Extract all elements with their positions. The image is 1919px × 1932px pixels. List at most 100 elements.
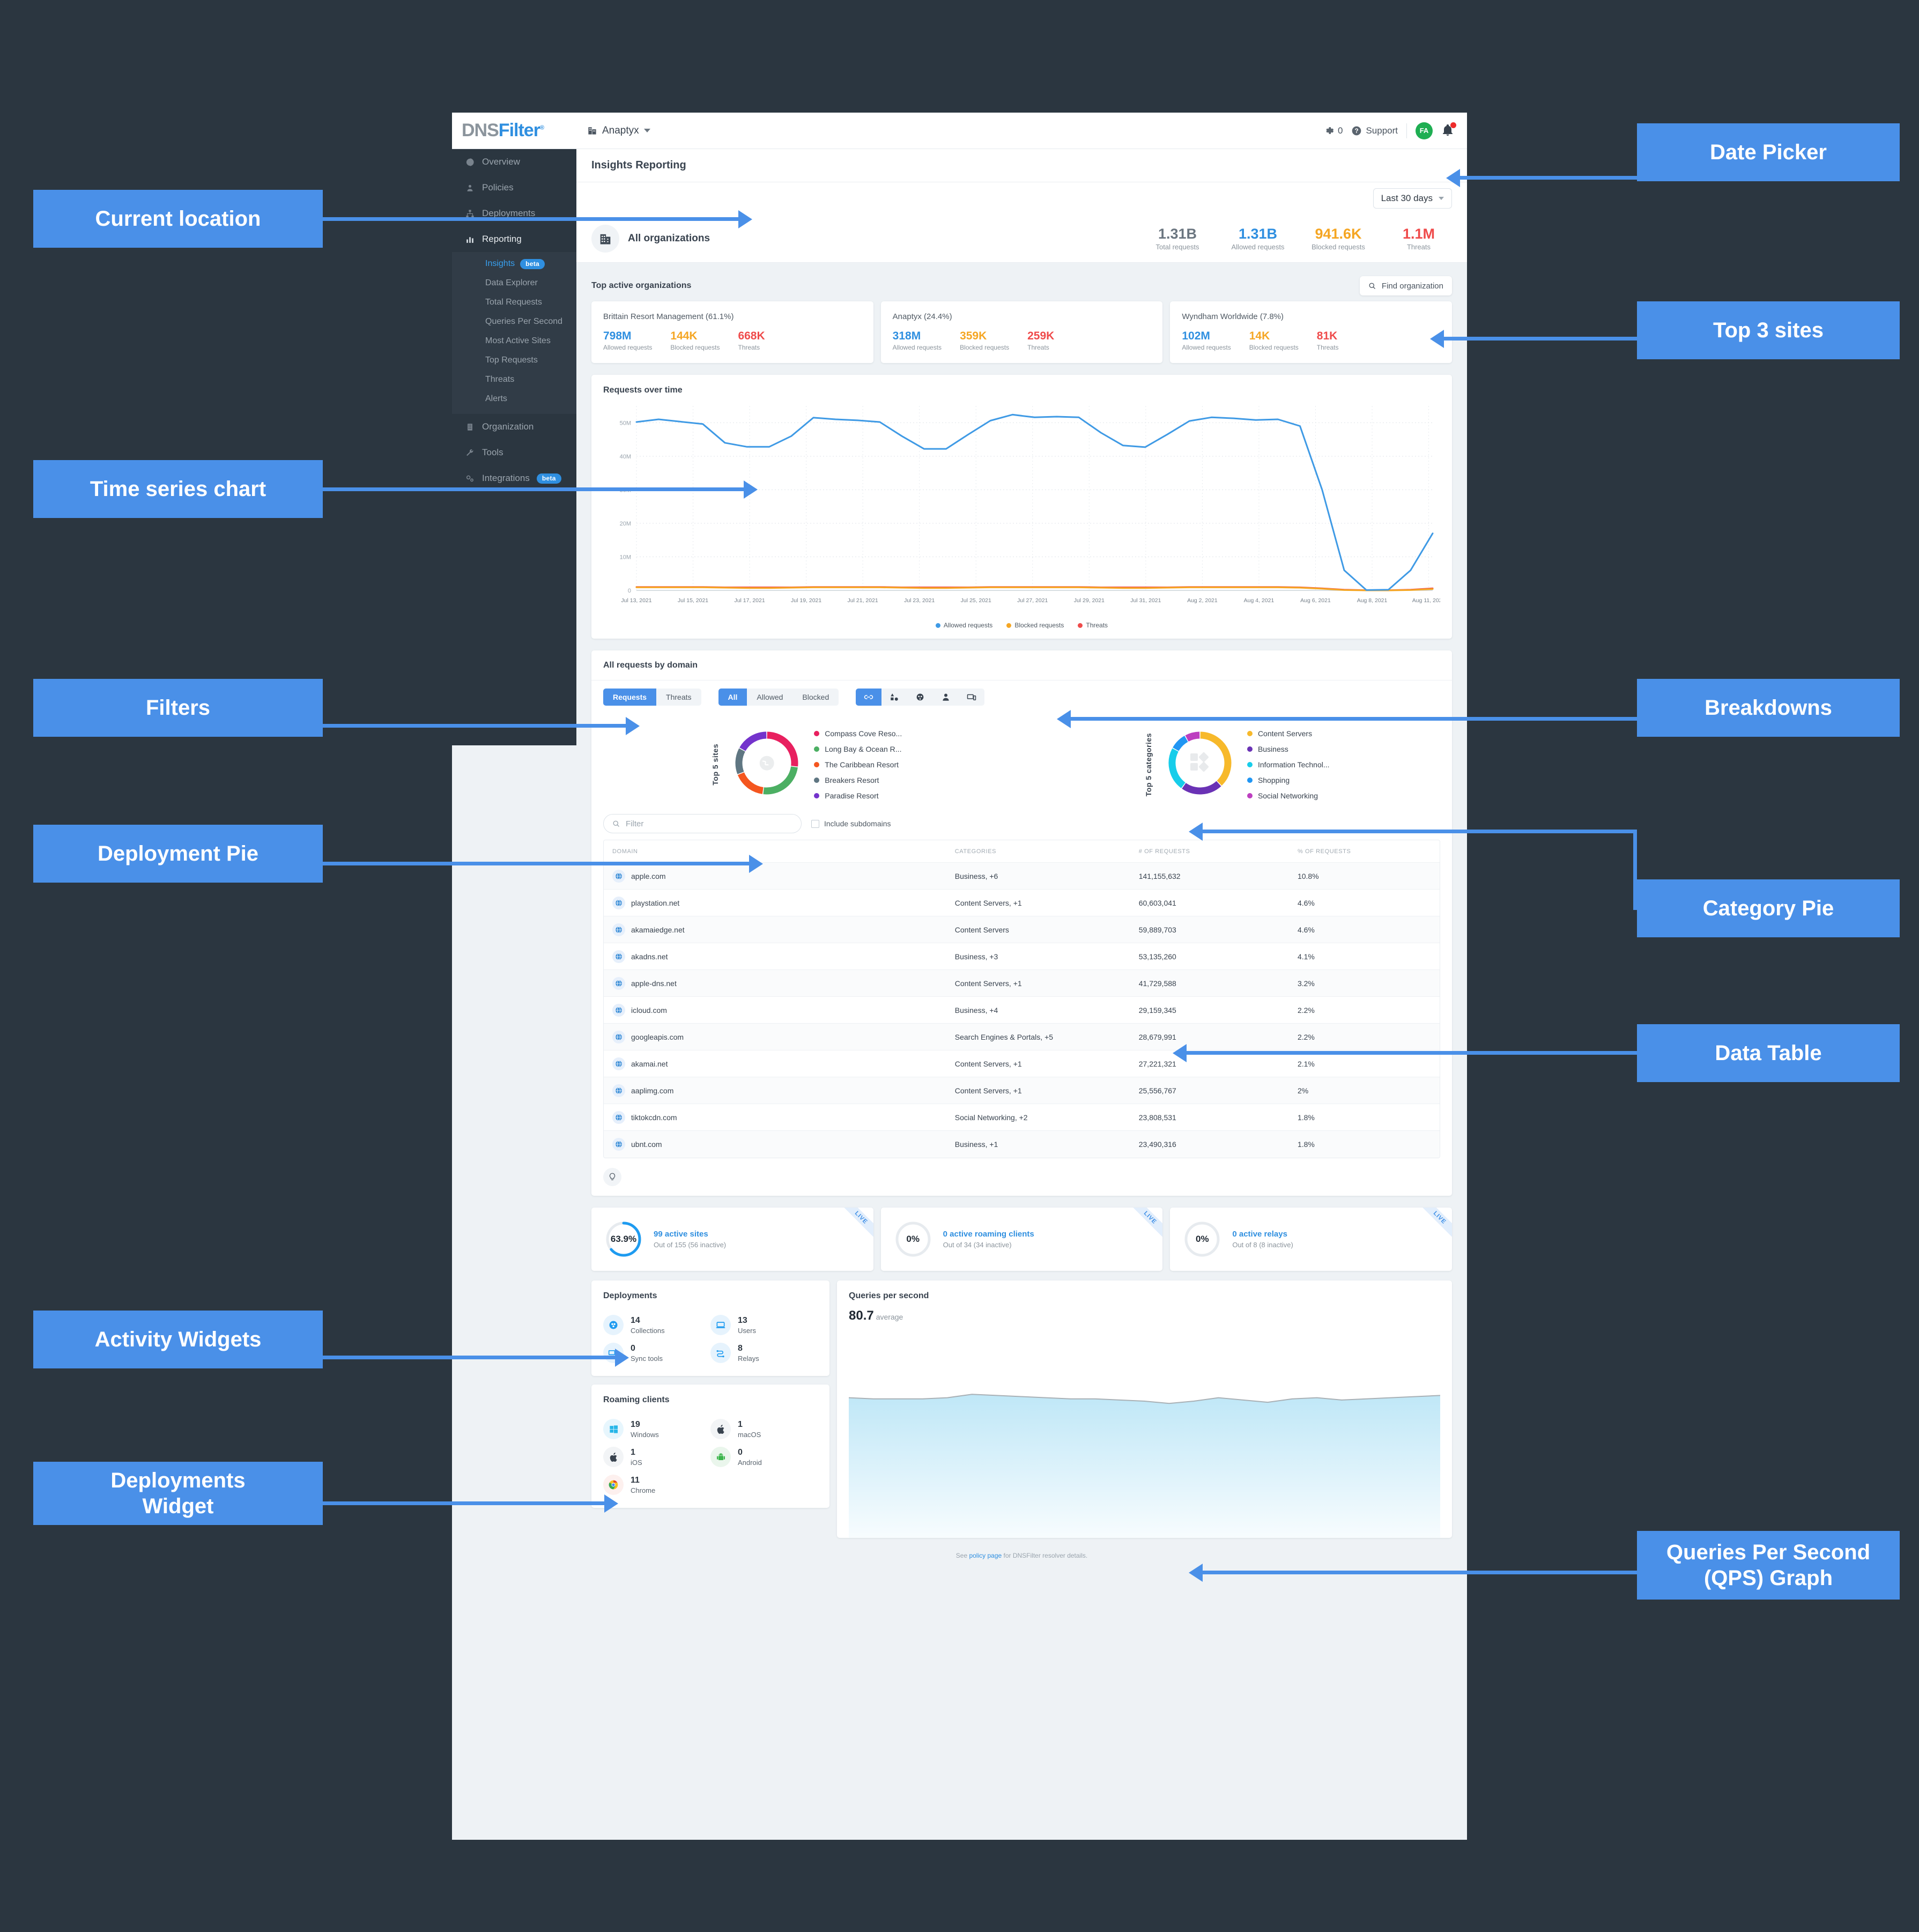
sidebar-item-tools[interactable]: Tools: [452, 440, 576, 465]
legend-item[interactable]: Compass Cove Reso...: [814, 729, 902, 738]
legend-label: The Caribbean Resort: [825, 760, 899, 769]
legend-item[interactable]: Paradise Resort: [814, 791, 902, 800]
svg-text:20M: 20M: [620, 521, 631, 527]
org-card[interactable]: Wyndham Worldwide (7.8%) 102M Allowed req…: [1170, 301, 1453, 364]
dnsfilter-logo[interactable]: DNSFilter®: [452, 113, 576, 149]
roaming-android[interactable]: 0 Android: [710, 1447, 818, 1468]
roaming-ios[interactable]: 1 iOS: [603, 1447, 710, 1468]
sidebar-item-top-requests[interactable]: Top Requests: [452, 351, 576, 370]
sidebar-item-data-explorer[interactable]: Data Explorer: [452, 273, 576, 293]
roaming-windows[interactable]: 19 Windows: [603, 1419, 710, 1440]
org-card[interactable]: Brittain Resort Management (61.1%) 798M A…: [591, 301, 873, 364]
legend-label: Allowed requests: [943, 621, 993, 630]
sidebar-item-total-requests[interactable]: Total Requests: [452, 293, 576, 312]
building-icon: [588, 127, 596, 135]
org-switcher[interactable]: Anaptyx: [587, 125, 650, 137]
sidebar-item-reporting[interactable]: Reporting: [452, 226, 576, 252]
chart-legend: Allowed requests Blocked requests Threat…: [603, 621, 1440, 629]
filter-input-wrap[interactable]: Filter: [603, 814, 802, 834]
legend-item[interactable]: Social Networking: [1247, 791, 1330, 800]
svg-text:Jul 27, 2021: Jul 27, 2021: [1017, 597, 1048, 604]
widget-title[interactable]: 0 active roaming clients: [943, 1230, 1034, 1239]
table-row[interactable]: akamaiedge.net Content Servers 59,889,703 4…: [604, 916, 1440, 944]
globe-icon: [612, 1057, 625, 1070]
legend-item[interactable]: Information Technol...: [1247, 760, 1330, 769]
qps-chart[interactable]: [848, 1377, 1441, 1538]
include-subdomains-checkbox[interactable]: Include subdomains: [811, 819, 891, 828]
legend-item[interactable]: Content Servers: [1247, 729, 1330, 738]
deployments-users[interactable]: 13 Users: [710, 1315, 818, 1336]
find-organization-button[interactable]: Find organization: [1359, 276, 1452, 295]
cell-domain: googleapis.com: [604, 1030, 955, 1043]
roaming-chrome[interactable]: 11 Chrome: [603, 1475, 710, 1496]
legend-item[interactable]: Shopping: [1247, 776, 1330, 784]
legend-threats[interactable]: Threats: [1078, 621, 1108, 629]
avatar[interactable]: FA: [1416, 122, 1433, 139]
table-row[interactable]: googleapis.com Search Engines & Portals, …: [604, 1024, 1440, 1051]
sidebar-item-deployments[interactable]: Deployments: [452, 201, 576, 226]
widget-title[interactable]: 0 active relays: [1232, 1230, 1293, 1239]
roaming-macos[interactable]: 1 macOS: [710, 1419, 818, 1440]
widget-title: Queries per second: [849, 1291, 929, 1301]
legend-blocked-requests[interactable]: Blocked requests: [1006, 621, 1064, 629]
sidebar-item-alerts[interactable]: Alerts: [452, 389, 576, 409]
settings-button[interactable]: 0: [1324, 125, 1343, 136]
table-row[interactable]: akadns.net Business, +3 53,135,260 4.1%: [604, 943, 1440, 971]
legend-item[interactable]: Breakers Resort: [814, 776, 902, 784]
lightbulb-icon[interactable]: [603, 1168, 621, 1187]
sidebar-item-organization[interactable]: Organization: [452, 414, 576, 440]
filter-blocked[interactable]: Blocked: [792, 689, 839, 706]
widget-title[interactable]: 99 active sites: [654, 1230, 726, 1239]
metric-label: Sync tools: [631, 1354, 663, 1363]
deployments-collections[interactable]: 14 Collections: [603, 1315, 710, 1336]
metric-label: Blocked requests: [960, 344, 1010, 352]
table-row[interactable]: playstation.net Content Servers, +1 60,603…: [604, 890, 1440, 917]
support-button[interactable]: ? Support: [1351, 125, 1398, 136]
category-pie[interactable]: [1165, 728, 1235, 801]
requests-over-time-chart[interactable]: 10M20M30M40M50M0Jul 13, 2021Jul 15, 2021…: [603, 401, 1446, 615]
notifications-button[interactable]: [1441, 122, 1456, 138]
sidebar-item-policies[interactable]: Policies: [452, 175, 576, 201]
legend-label: Paradise Resort: [825, 791, 879, 800]
table-row[interactable]: icloud.com Business, +4 29,159,345 2.2%: [604, 997, 1440, 1024]
policy-page-link[interactable]: policy page: [969, 1552, 1002, 1559]
breakdown-domain-button[interactable]: [856, 689, 882, 706]
filter-requests[interactable]: Requests: [603, 689, 657, 706]
legend-item[interactable]: The Caribbean Resort: [814, 760, 902, 769]
breakdown-device-button[interactable]: [959, 689, 984, 706]
filter-threats[interactable]: Threats: [656, 689, 701, 706]
legend-swatch: [1247, 746, 1253, 752]
sidebar-item-threats[interactable]: Threats: [452, 370, 576, 389]
legend-item[interactable]: Long Bay & Ocean R...: [814, 745, 902, 753]
filter-all[interactable]: All: [718, 689, 747, 706]
sidebar-item-insights[interactable]: Insights beta: [452, 254, 576, 273]
date-picker[interactable]: Last 30 days: [1373, 188, 1452, 209]
table-row[interactable]: aaplimg.com Content Servers, +1 25,556,767…: [604, 1077, 1440, 1105]
svg-text:Jul 17, 2021: Jul 17, 2021: [734, 597, 765, 604]
callout-line: [1203, 830, 1637, 833]
org-metric-allowed: 318M Allowed requests: [893, 330, 942, 351]
top-sites-donut-block: Top 5 sites Compass Cove Reso... Long Ba…: [591, 728, 1022, 801]
page-header: Insights Reporting: [576, 149, 1467, 182]
sidebar-item-queries-per-second[interactable]: Queries Per Second: [452, 312, 576, 331]
breakdown-user-button[interactable]: [933, 689, 959, 706]
all-organizations-chip[interactable]: All organizations: [591, 224, 710, 253]
table-row[interactable]: ubnt.com Business, +1 23,490,316 1.8%: [604, 1131, 1440, 1158]
sidebar-item-overview[interactable]: Overview: [452, 149, 576, 175]
breakdown-threat-button[interactable]: [907, 689, 933, 706]
breakdown-category-button[interactable]: [881, 689, 907, 706]
cell-categories: Content Servers, +1: [954, 1059, 1022, 1068]
stat-threats: 1.1M Threats: [1392, 226, 1446, 251]
deployments-relays[interactable]: 8 Relays: [710, 1343, 818, 1364]
sidebar-item-most-active-sites[interactable]: Most Active Sites: [452, 331, 576, 351]
table-row[interactable]: apple.com Business, +6 141,155,632 10.8%: [604, 863, 1440, 890]
filter-allowed[interactable]: Allowed: [747, 689, 792, 706]
org-card[interactable]: Anaptyx (24.4%) 318M Allowed requests 359…: [880, 301, 1163, 364]
callout-line: [1460, 176, 1637, 180]
metric-label: Threats: [1316, 344, 1339, 352]
legend-item[interactable]: Business: [1247, 745, 1330, 753]
table-row[interactable]: tiktokcdn.com Social Networking, +2 23,808…: [604, 1104, 1440, 1131]
table-row[interactable]: apple-dns.net Content Servers, +1 41,729,5…: [604, 970, 1440, 997]
legend-allowed-requests[interactable]: Allowed requests: [935, 621, 993, 630]
deployment-pie[interactable]: [731, 728, 802, 801]
